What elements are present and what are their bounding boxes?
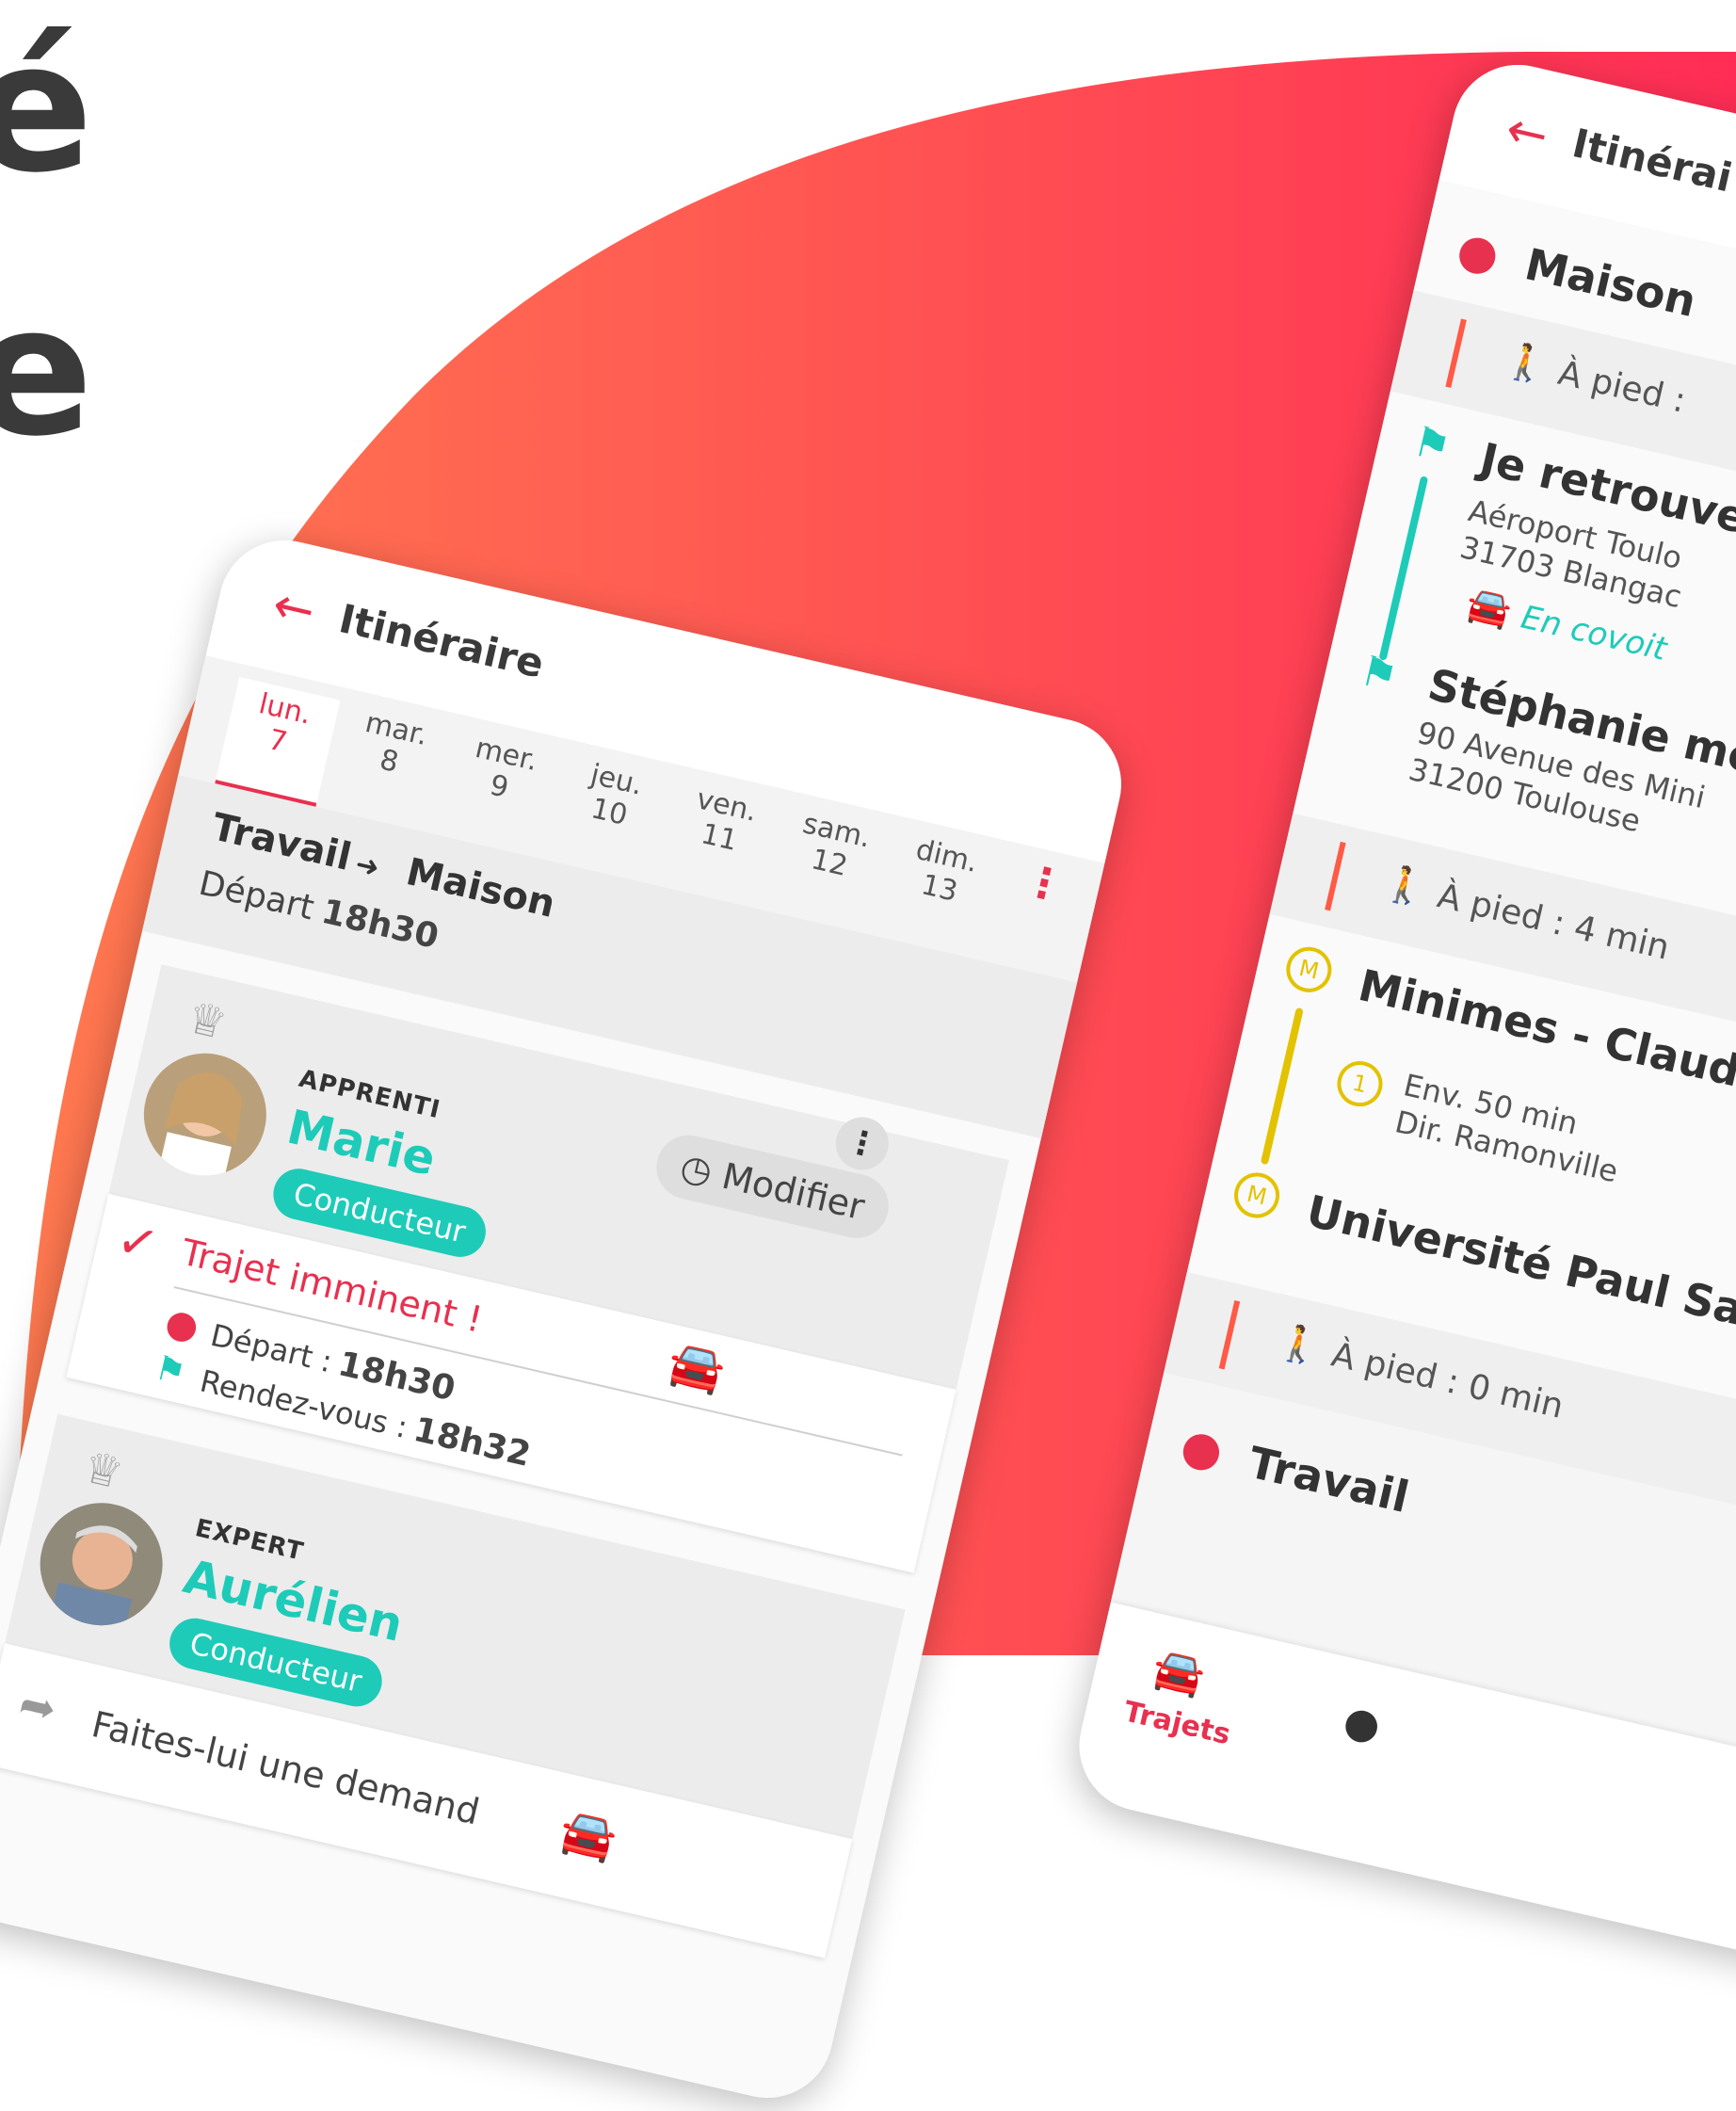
share-arrow-icon: ➦ bbox=[14, 1677, 62, 1735]
home-pin-icon: ● bbox=[1452, 220, 1505, 283]
walking-icon: 🚶 bbox=[1273, 1318, 1326, 1370]
car-icon: 🚘 bbox=[663, 1335, 731, 1400]
end-place: Travail bbox=[1244, 1436, 1414, 1523]
metro-icon: M bbox=[1281, 943, 1337, 997]
card-more-options-icon[interactable]: ⋮ bbox=[830, 1111, 894, 1176]
start-place: Maison bbox=[1519, 238, 1701, 328]
metro-icon: M bbox=[1230, 1168, 1284, 1223]
back-arrow-icon[interactable]: ← bbox=[267, 576, 320, 640]
avatar-photo bbox=[27, 1491, 175, 1638]
modify-label: Modifier bbox=[717, 1154, 869, 1229]
walk-bar bbox=[1325, 841, 1346, 911]
meeting-flag-icon: ⚑ bbox=[151, 1348, 190, 1394]
day-tab-thu[interactable]: jeu. 10 bbox=[555, 753, 671, 840]
departure-time: 18h30 bbox=[317, 892, 442, 958]
walking-icon: 🚶 bbox=[1378, 860, 1432, 911]
walking-icon: 🚶 bbox=[1499, 337, 1552, 388]
page-title: Itinéraire bbox=[334, 595, 549, 687]
day-tab-sun[interactable]: dim. 13 bbox=[885, 830, 1001, 916]
avatar-photo bbox=[131, 1040, 279, 1188]
walk-duration: À pied : 4 min bbox=[1433, 877, 1673, 968]
walk-bar bbox=[1445, 318, 1467, 388]
departure-label: Départ bbox=[195, 863, 318, 928]
work-pin-icon: ● bbox=[1176, 1417, 1229, 1480]
location-pin-icon: ● bbox=[161, 1299, 203, 1350]
car-icon: 🚘 bbox=[1462, 582, 1516, 633]
request-text: Faites-lui une demand bbox=[88, 1703, 484, 1833]
clock-icon: ◷ bbox=[676, 1145, 716, 1193]
crown-icon: ♕ bbox=[182, 991, 233, 1050]
walk-duration: À pied : bbox=[1554, 353, 1690, 421]
day-tab-wed[interactable]: mer. 9 bbox=[445, 728, 561, 814]
metro-line-icon: 1 bbox=[1332, 1056, 1388, 1111]
metro-info: Env. 50 min Dir. Ramonville bbox=[1391, 1066, 1630, 1190]
day-tab-sat[interactable]: sam. 12 bbox=[775, 804, 891, 891]
meeting-flag-icon: ⚑ bbox=[1407, 417, 1455, 473]
day-tab-tue[interactable]: mar. 8 bbox=[335, 702, 451, 789]
divider bbox=[173, 1286, 903, 1457]
route-arrow-icon: ➜ bbox=[351, 847, 383, 886]
more-options-icon[interactable]: ⋮ bbox=[1019, 856, 1069, 912]
car-icon: 🚘 bbox=[555, 1802, 622, 1867]
trips-tab-icon[interactable]: 🚘 bbox=[1149, 1642, 1210, 1701]
crown-icon: ♕ bbox=[78, 1441, 128, 1500]
avatar bbox=[131, 1040, 279, 1188]
walk-bar bbox=[1218, 1300, 1241, 1370]
walk-duration: À pied : 0 min bbox=[1327, 1335, 1567, 1426]
check-icon: ✓ bbox=[111, 1210, 165, 1276]
carpool-line bbox=[1378, 475, 1429, 661]
metro-line bbox=[1260, 1007, 1304, 1166]
chat-tab-icon[interactable]: ● bbox=[1339, 1696, 1385, 1750]
back-arrow-icon[interactable]: ← bbox=[1501, 101, 1553, 165]
day-tab-fri[interactable]: ven. 11 bbox=[666, 779, 781, 865]
dropoff-flag-icon: ⚑ bbox=[1355, 646, 1403, 702]
request-panel[interactable]: ➦ Faites-lui une demand 🚘 bbox=[0, 1643, 853, 1958]
tab-trips[interactable]: Trajets bbox=[1120, 1695, 1233, 1751]
avatar bbox=[27, 1491, 175, 1638]
meeting-time: 18h32 bbox=[410, 1410, 535, 1475]
route-origin: Travail bbox=[207, 805, 356, 879]
page-title: Itinérai bbox=[1567, 120, 1736, 201]
